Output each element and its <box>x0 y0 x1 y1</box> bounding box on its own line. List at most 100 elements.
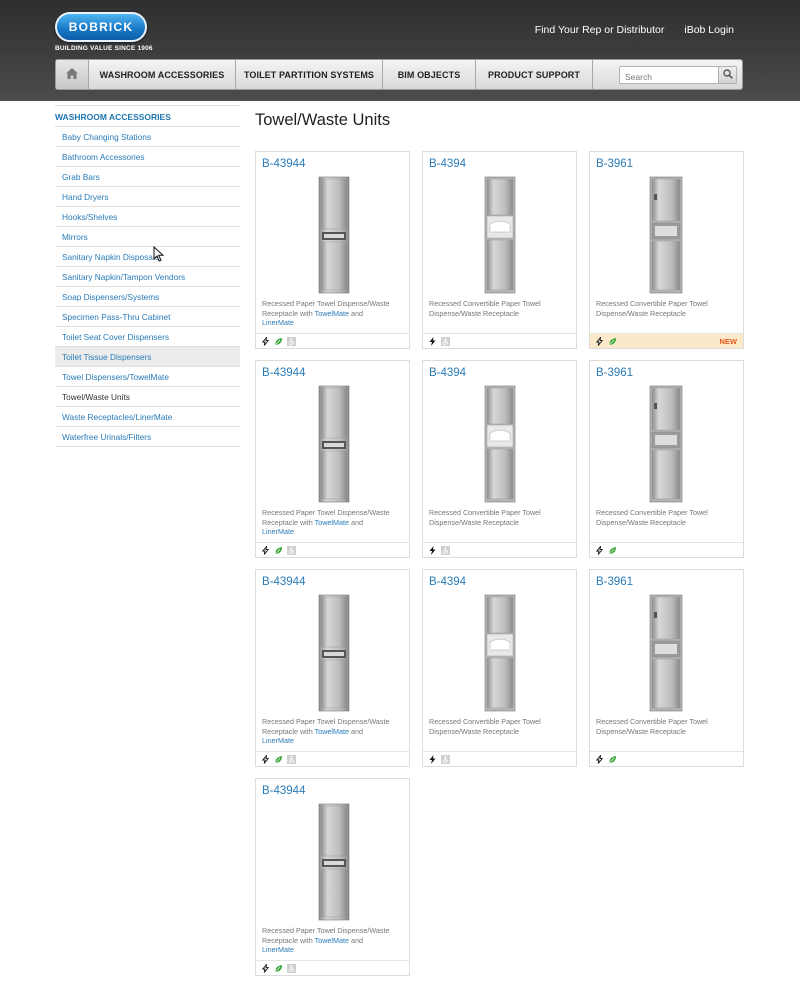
product-image[interactable] <box>256 592 409 714</box>
linermate-link[interactable]: LinerMate <box>262 736 294 745</box>
sidebar-item-sanitary-napkin-disposals[interactable]: Sanitary Napkin Disposals <box>55 247 240 267</box>
lightning-outline-icon <box>595 545 604 555</box>
product-description: Recessed Convertible Paper Towel Dispens… <box>596 508 741 527</box>
product-description: Recessed Convertible Paper Towel Dispens… <box>429 508 574 527</box>
sidebar-item-toilet-tissue-dispensers[interactable]: Toilet Tissue Dispensers <box>55 347 240 367</box>
description-text: Recessed Convertible Paper Towel Dispens… <box>429 299 541 318</box>
nav-toilet-partition-systems[interactable]: TOILET PARTITION SYSTEMS <box>236 60 383 89</box>
description-text: Recessed Convertible Paper Towel Dispens… <box>596 717 708 736</box>
category-sidebar: WASHROOM ACCESSORIES Baby Changing Stati… <box>55 105 240 447</box>
product-card[interactable]: B-4394 Recessed Convertible Paper Towel D… <box>422 569 577 767</box>
product-description: Recessed Convertible Paper Towel Dispens… <box>429 299 574 318</box>
sidebar-item-bathroom-accessories[interactable]: Bathroom Accessories <box>55 147 240 167</box>
product-feature-bar <box>256 333 409 348</box>
product-card[interactable]: B-43944 Recessed Paper Towel Dispense/Was… <box>255 778 410 976</box>
product-sku-link[interactable]: B-43944 <box>262 785 305 797</box>
sidebar-item-waste-receptacles-linermate[interactable]: Waste Receptacles/LinerMate <box>55 407 240 427</box>
accessible-icon <box>287 963 296 973</box>
sidebar-item-soap-dispensers-systems[interactable]: Soap Dispensers/Systems <box>55 287 240 307</box>
product-sku-link[interactable]: B-43944 <box>262 158 305 170</box>
linermate-link[interactable]: LinerMate <box>262 945 294 954</box>
accessible-icon <box>287 545 296 555</box>
product-feature-bar <box>590 751 743 766</box>
nav-washroom-accessories[interactable]: WASHROOM ACCESSORIES <box>89 60 236 89</box>
product-feature-bar <box>423 542 576 557</box>
product-card[interactable]: B-3961 Recessed Convertible Paper Towel D… <box>589 360 744 558</box>
sidebar-item-grab-bars[interactable]: Grab Bars <box>55 167 240 187</box>
search-button[interactable] <box>718 66 736 83</box>
product-image[interactable] <box>423 592 576 714</box>
find-rep-link[interactable]: Find Your Rep or Distributor <box>535 24 665 36</box>
description-connector: and <box>348 935 363 945</box>
product-sku-link[interactable]: B-3961 <box>596 576 633 588</box>
page-title: Towel/Waste Units <box>255 111 391 129</box>
product-sku-link[interactable]: B-4394 <box>429 576 466 588</box>
towelmate-link[interactable]: TowelMate <box>315 518 349 527</box>
product-sku-link[interactable]: B-3961 <box>596 158 633 170</box>
towelmate-link[interactable]: TowelMate <box>315 727 349 736</box>
sidebar-item-towel-dispensers-towelmate[interactable]: Towel Dispensers/TowelMate <box>55 367 240 387</box>
linermate-link[interactable]: LinerMate <box>262 527 294 536</box>
product-card[interactable]: B-4394 Recessed Convertible Paper Towel D… <box>422 360 577 558</box>
accessible-icon <box>441 336 450 346</box>
accessible-icon <box>441 545 450 555</box>
product-description: Recessed Paper Towel Dispense/Waste Rece… <box>262 926 407 955</box>
sidebar-item-towel-waste-units[interactable]: Towel/Waste Units <box>55 387 240 407</box>
sidebar-item-sanitary-napkin-tampon-vendors[interactable]: Sanitary Napkin/Tampon Vendors <box>55 267 240 287</box>
sidebar-item-baby-changing-stations[interactable]: Baby Changing Stations <box>55 127 240 147</box>
product-card[interactable]: B-43944 Recessed Paper Towel Dispense/Was… <box>255 569 410 767</box>
lightning-outline-icon <box>595 754 604 764</box>
product-sku-link[interactable]: B-43944 <box>262 576 305 588</box>
bobrick-logo[interactable]: BOBRICK <box>55 12 147 42</box>
mouse-cursor-icon <box>153 245 165 267</box>
sidebar-item-hooks-shelves[interactable]: Hooks/Shelves <box>55 207 240 227</box>
product-image[interactable] <box>256 801 409 923</box>
accessible-icon <box>441 754 450 764</box>
lightning-icon <box>428 754 437 764</box>
product-image[interactable] <box>423 174 576 296</box>
nav-bim-objects[interactable]: BIM OBJECTS <box>383 60 476 89</box>
towelmate-link[interactable]: TowelMate <box>315 309 349 318</box>
lightning-outline-icon <box>595 336 604 346</box>
logo-text: BOBRICK <box>68 20 134 34</box>
sidebar-item-toilet-seat-cover-dispensers[interactable]: Toilet Seat Cover Dispensers <box>55 327 240 347</box>
sidebar-item-waterfree-urinals-filters[interactable]: Waterfree Urinals/Filters <box>55 427 240 447</box>
green-leaf-icon <box>274 964 283 973</box>
product-image[interactable] <box>423 383 576 505</box>
lightning-icon <box>428 336 437 346</box>
sidebar-item-mirrors[interactable]: Mirrors <box>55 227 240 247</box>
product-image[interactable] <box>590 174 743 296</box>
accessible-icon <box>287 754 296 764</box>
product-card[interactable]: B-3961 Recessed Convertible Paper Towel D… <box>589 151 744 349</box>
product-feature-bar: NEW <box>590 333 743 348</box>
product-image[interactable] <box>256 174 409 296</box>
product-image[interactable] <box>256 383 409 505</box>
product-description: Recessed Paper Towel Dispense/Waste Rece… <box>262 717 407 746</box>
product-card[interactable]: B-43944 Recessed Paper Towel Dispense/Was… <box>255 151 410 349</box>
search-box <box>619 65 737 85</box>
ibob-login-link[interactable]: iBob Login <box>684 24 734 36</box>
description-connector: and <box>348 308 363 318</box>
sidebar-heading[interactable]: WASHROOM ACCESSORIES <box>55 105 240 127</box>
product-sku-link[interactable]: B-4394 <box>429 367 466 379</box>
sidebar-item-specimen-pass-thru-cabinet[interactable]: Specimen Pass-Thru Cabinet <box>55 307 240 327</box>
product-image[interactable] <box>590 592 743 714</box>
product-sku-link[interactable]: B-4394 <box>429 158 466 170</box>
product-card[interactable]: B-43944 Recessed Paper Towel Dispense/Was… <box>255 360 410 558</box>
product-description: Recessed Paper Towel Dispense/Waste Rece… <box>262 299 407 328</box>
nav-product-support[interactable]: PRODUCT SUPPORT <box>476 60 593 89</box>
sidebar-item-hand-dryers[interactable]: Hand Dryers <box>55 187 240 207</box>
product-sku-link[interactable]: B-3961 <box>596 367 633 379</box>
search-input[interactable] <box>620 68 716 85</box>
product-card[interactable]: B-4394 Recessed Convertible Paper Towel D… <box>422 151 577 349</box>
home-icon <box>66 66 78 84</box>
product-sku-link[interactable]: B-43944 <box>262 367 305 379</box>
product-feature-bar <box>256 751 409 766</box>
product-image[interactable] <box>590 383 743 505</box>
towelmate-link[interactable]: TowelMate <box>315 936 349 945</box>
description-text: Recessed Convertible Paper Towel Dispens… <box>596 508 708 527</box>
home-button[interactable] <box>56 60 89 89</box>
linermate-link[interactable]: LinerMate <box>262 318 294 327</box>
description-text: Recessed Convertible Paper Towel Dispens… <box>596 299 708 318</box>
product-card[interactable]: B-3961 Recessed Convertible Paper Towel D… <box>589 569 744 767</box>
